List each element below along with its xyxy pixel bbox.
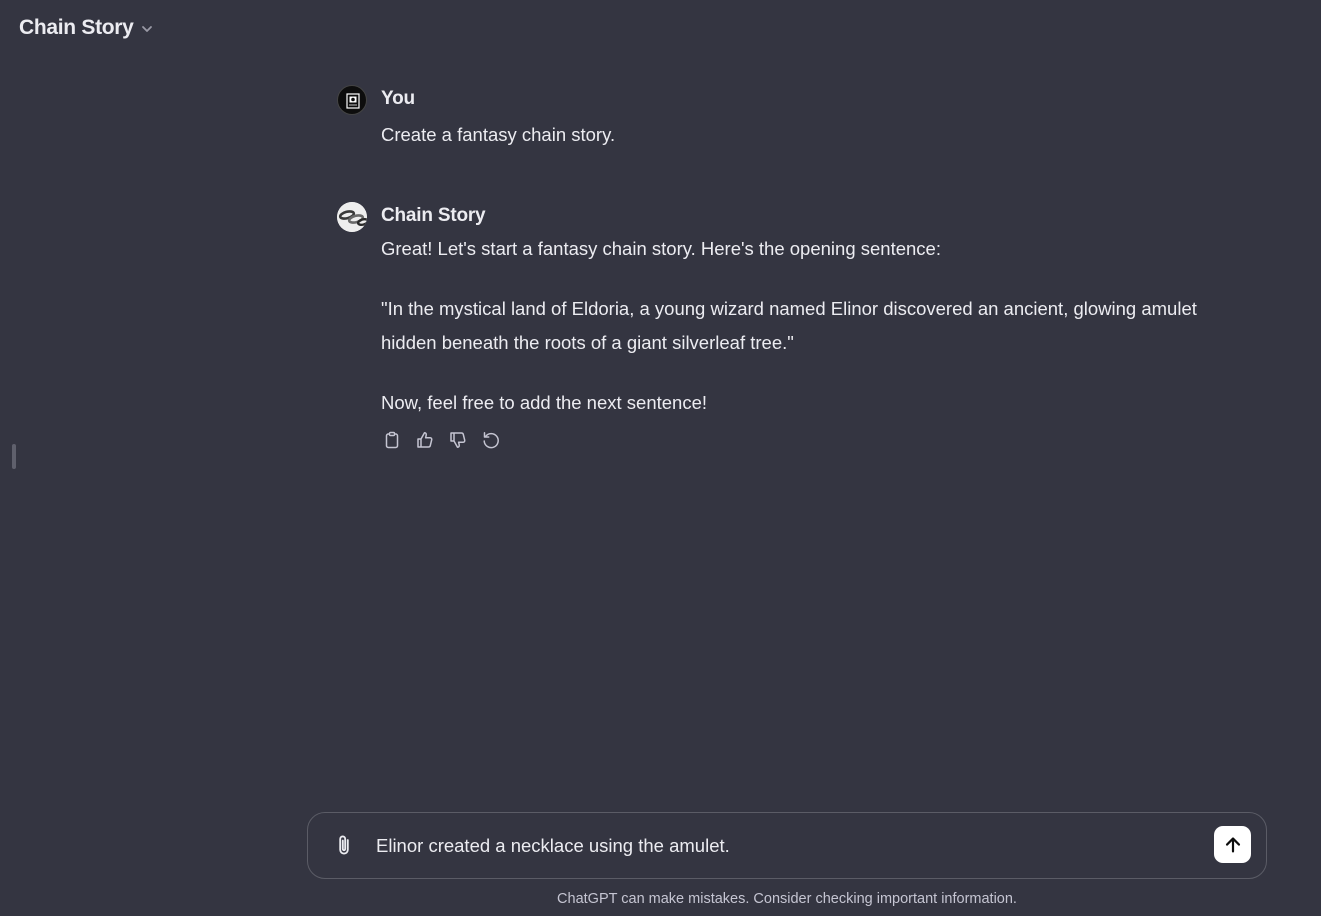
- message-author: Chain Story: [381, 205, 486, 226]
- send-button[interactable]: [1214, 826, 1251, 863]
- chat-page: Chain Story You Create a fantasy chain s…: [0, 0, 1321, 916]
- message-composer: [307, 812, 1267, 879]
- thumbs-down-icon[interactable]: [447, 429, 468, 450]
- message-paragraph: Now, feel free to add the next sentence!: [381, 392, 708, 413]
- message-text: Create a fantasy chain story.: [381, 124, 616, 145]
- user-avatar: [337, 85, 367, 115]
- thumbs-up-icon[interactable]: [414, 429, 435, 450]
- message-actions: [381, 429, 501, 450]
- sidebar-toggle-handle[interactable]: [12, 444, 16, 469]
- copy-icon[interactable]: [381, 429, 402, 450]
- chevron-down-icon: [140, 22, 154, 36]
- page-title: Chain Story: [19, 16, 134, 39]
- disclaimer: ChatGPT can make mistakes. Consider chec…: [557, 891, 1017, 907]
- message-author: You: [381, 88, 415, 109]
- message-paragraph: Great! Let's start a fantasy chain story…: [381, 238, 941, 259]
- message-paragraph: "In the mystical land of Eldoria, a youn…: [381, 298, 1197, 353]
- assistant-avatar: [337, 202, 367, 232]
- message-input[interactable]: [376, 831, 1196, 861]
- message-text: Great! Let's start a fantasy chain story…: [381, 232, 1211, 420]
- arrow-up-icon: [1225, 836, 1240, 853]
- gpt-switcher[interactable]: Chain Story: [19, 16, 154, 40]
- paperclip-icon[interactable]: [330, 832, 358, 860]
- regenerate-icon[interactable]: [480, 429, 501, 450]
